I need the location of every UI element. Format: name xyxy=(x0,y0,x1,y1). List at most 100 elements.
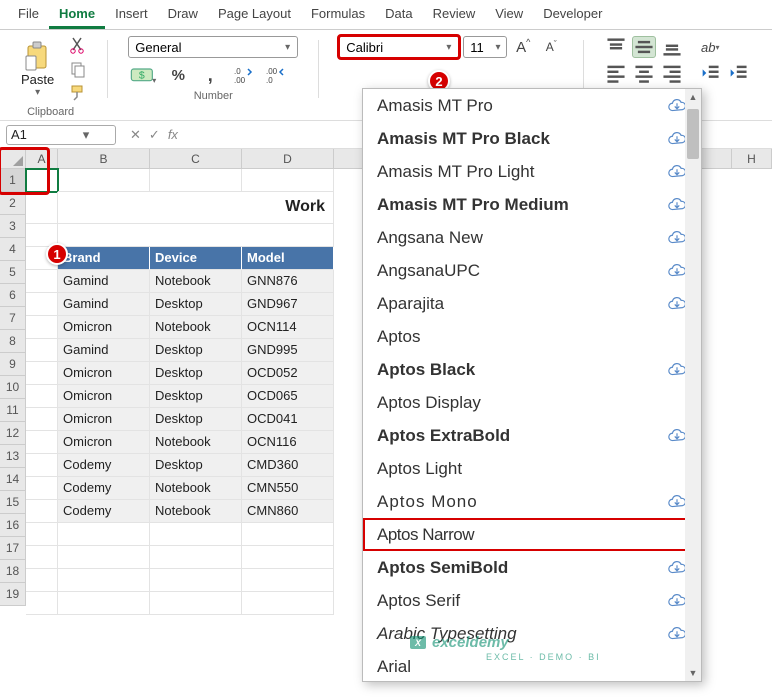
row-header[interactable]: 14 xyxy=(0,468,26,491)
font-option[interactable]: Amasis MT Pro Light xyxy=(363,155,701,188)
font-option[interactable]: Aptos Light xyxy=(363,452,701,485)
cell[interactable]: Desktop xyxy=(150,293,242,316)
col-header-C[interactable]: C xyxy=(150,149,242,169)
cell[interactable]: OCD041 xyxy=(242,408,334,431)
decrease-font-button[interactable]: Aˇ xyxy=(539,36,563,58)
tab-draw[interactable]: Draw xyxy=(158,0,208,29)
increase-decimal-button[interactable]: .0.00 xyxy=(230,64,254,86)
cell[interactable] xyxy=(26,293,58,316)
format-painter-button[interactable] xyxy=(69,84,87,102)
cell[interactable] xyxy=(58,569,150,592)
tab-developer[interactable]: Developer xyxy=(533,0,612,29)
cell[interactable] xyxy=(26,192,58,224)
increase-font-button[interactable]: A^ xyxy=(511,36,535,58)
font-option[interactable]: Aptos Display xyxy=(363,386,701,419)
cell[interactable]: Model xyxy=(242,247,334,270)
cell[interactable]: Desktop xyxy=(150,408,242,431)
cell[interactable]: CMD360 xyxy=(242,454,334,477)
row-header[interactable]: 2 xyxy=(0,192,26,215)
scroll-up-icon[interactable]: ▲ xyxy=(685,89,701,105)
tab-page-layout[interactable]: Page Layout xyxy=(208,0,301,29)
font-option[interactable]: Amasis MT Pro Medium xyxy=(363,188,701,221)
row-header[interactable]: 16 xyxy=(0,514,26,537)
cell[interactable]: Desktop xyxy=(150,385,242,408)
cell[interactable]: Gamind xyxy=(58,293,150,316)
row-header[interactable]: 10 xyxy=(0,376,26,399)
cell[interactable] xyxy=(26,592,58,615)
cell[interactable] xyxy=(26,408,58,431)
row-header[interactable]: 1 xyxy=(0,169,26,192)
cell[interactable]: Gamind xyxy=(58,270,150,293)
cell[interactable]: GNN876 xyxy=(242,270,334,293)
font-list-panel[interactable]: Amasis MT ProAmasis MT Pro BlackAmasis M… xyxy=(362,88,702,682)
font-size-input[interactable] xyxy=(468,39,493,56)
cell[interactable]: OCN116 xyxy=(242,431,334,454)
currency-button[interactable]: $▾ xyxy=(128,64,158,86)
font-option[interactable]: Angsana New xyxy=(363,221,701,254)
row-header[interactable]: 6 xyxy=(0,284,26,307)
col-header-D[interactable]: D xyxy=(242,149,334,169)
cell[interactable] xyxy=(150,169,242,192)
cell[interactable]: Notebook xyxy=(150,477,242,500)
tab-data[interactable]: Data xyxy=(375,0,422,29)
col-header-H[interactable]: H xyxy=(732,149,772,169)
increase-indent-button[interactable] xyxy=(726,62,750,84)
cell[interactable] xyxy=(150,569,242,592)
cell[interactable]: Codemy xyxy=(58,500,150,523)
name-box[interactable]: A1 ▾ xyxy=(6,125,116,145)
cell[interactable] xyxy=(26,270,58,293)
decrease-indent-button[interactable] xyxy=(698,62,722,84)
cell[interactable]: OCD065 xyxy=(242,385,334,408)
font-option[interactable]: Aptos xyxy=(363,320,701,353)
cell[interactable] xyxy=(242,569,334,592)
cell[interactable] xyxy=(26,454,58,477)
row-header[interactable]: 8 xyxy=(0,330,26,353)
enter-icon[interactable]: ✓ xyxy=(149,127,160,143)
cell[interactable]: Notebook xyxy=(150,270,242,293)
cell[interactable]: CMN550 xyxy=(242,477,334,500)
cell[interactable] xyxy=(150,546,242,569)
col-header-B[interactable]: B xyxy=(58,149,150,169)
font-name-input[interactable] xyxy=(344,39,443,56)
tab-formulas[interactable]: Formulas xyxy=(301,0,375,29)
cancel-icon[interactable]: ✕ xyxy=(130,127,141,143)
row-header[interactable]: 11 xyxy=(0,399,26,422)
font-option[interactable]: Amasis MT Pro xyxy=(363,89,701,122)
cell[interactable]: CMN860 xyxy=(242,500,334,523)
tab-review[interactable]: Review xyxy=(423,0,486,29)
font-option[interactable]: Aptos Serif xyxy=(363,584,701,617)
row-header[interactable]: 13 xyxy=(0,445,26,468)
comma-button[interactable]: , xyxy=(198,64,222,86)
font-option[interactable]: Aparajita xyxy=(363,287,701,320)
row-header[interactable]: 17 xyxy=(0,537,26,560)
number-format-value[interactable] xyxy=(133,39,282,56)
align-left-button[interactable] xyxy=(604,62,628,84)
align-center-button[interactable] xyxy=(632,62,656,84)
percent-button[interactable]: % xyxy=(166,64,190,86)
align-top-button[interactable] xyxy=(604,36,628,58)
scroll-down-icon[interactable]: ▼ xyxy=(685,665,701,681)
scrollbar[interactable]: ▲ ▼ xyxy=(685,89,701,681)
col-header-A[interactable]: A xyxy=(26,149,58,169)
tab-home[interactable]: Home xyxy=(49,0,105,29)
cell[interactable]: Notebook xyxy=(150,316,242,339)
cell[interactable] xyxy=(242,169,334,192)
cell[interactable] xyxy=(26,362,58,385)
cell[interactable] xyxy=(26,339,58,362)
cell[interactable] xyxy=(58,592,150,615)
cell[interactable]: Omicron xyxy=(58,362,150,385)
cell[interactable] xyxy=(26,523,58,546)
row-header[interactable]: 12 xyxy=(0,422,26,445)
cell[interactable] xyxy=(58,169,150,192)
cell[interactable]: Desktop xyxy=(150,362,242,385)
cell[interactable]: Work xyxy=(58,192,334,224)
cell[interactable]: Omicron xyxy=(58,385,150,408)
row-header[interactable]: 9 xyxy=(0,353,26,376)
cell[interactable] xyxy=(26,569,58,592)
cell[interactable]: OCD052 xyxy=(242,362,334,385)
cell[interactable] xyxy=(150,592,242,615)
cell[interactable]: Brand xyxy=(58,247,150,270)
copy-button[interactable] xyxy=(69,60,87,78)
tab-file[interactable]: File xyxy=(8,0,49,29)
cell[interactable] xyxy=(26,385,58,408)
